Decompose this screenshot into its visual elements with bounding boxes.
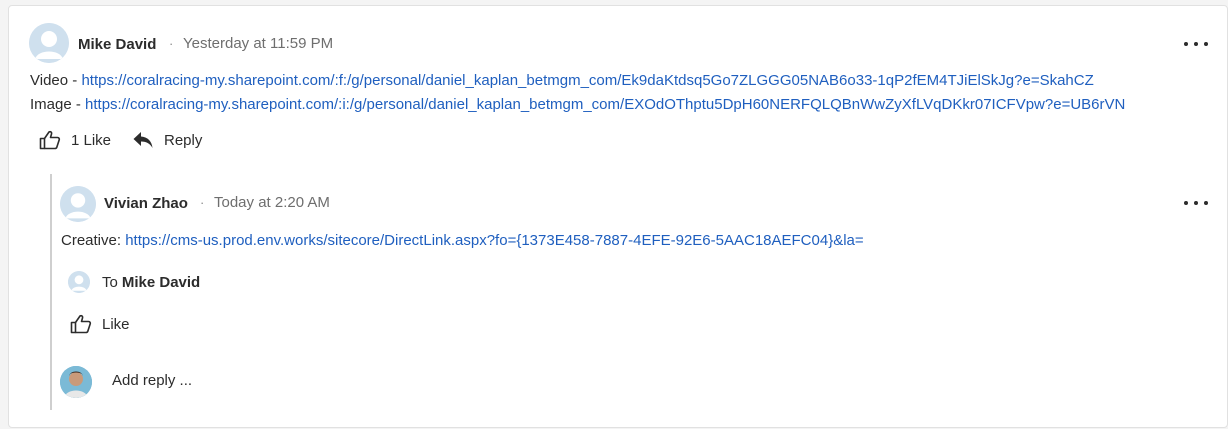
recipient-avatar	[68, 271, 90, 293]
meta-separator: ·	[169, 36, 174, 51]
thumbs-up-icon	[39, 130, 61, 150]
comment-card: Mike David · Yesterday at 11:59 PM Video…	[8, 5, 1228, 428]
user-placeholder-icon	[60, 186, 96, 222]
reply-button[interactable]: Reply	[132, 130, 202, 150]
like-count-label: 1 Like	[71, 131, 112, 149]
more-dot-icon	[1184, 42, 1188, 46]
line-prefix: Video -	[30, 72, 82, 89]
line-prefix: Image -	[30, 96, 86, 113]
comment-more-options-button[interactable]	[1184, 36, 1208, 52]
reply-author-avatar[interactable]	[60, 186, 96, 222]
reply-prefix: Creative:	[61, 232, 126, 249]
user-placeholder-icon	[29, 23, 69, 63]
comment-line-video: Video - https://coralracing-my.sharepoin…	[30, 72, 1094, 89]
reply-body: Creative: https://cms-us.prod.env.works/…	[61, 232, 864, 249]
reply-timestamp[interactable]: Today at 2:20 AM	[214, 194, 330, 211]
to-label: To	[102, 273, 118, 291]
comment-line-image: Image - https://coralracing-my.sharepoin…	[30, 96, 1125, 113]
current-user-avatar	[60, 366, 92, 398]
meta-separator: ·	[200, 195, 205, 210]
author-avatar[interactable]	[29, 23, 69, 63]
reply-label: Reply	[164, 131, 203, 149]
user-photo-icon	[60, 366, 92, 398]
comment-author-name[interactable]: Mike David	[78, 36, 156, 53]
reply-thread-line	[50, 174, 52, 410]
like-button[interactable]: 1 Like	[39, 130, 111, 150]
reply-to-line: To Mike David	[68, 271, 200, 293]
reply-like-button[interactable]: Like	[70, 314, 130, 334]
comment-timestamp[interactable]: Yesterday at 11:59 PM	[183, 35, 333, 52]
recipient-name[interactable]: Mike David	[122, 274, 200, 291]
creative-link[interactable]: https://cms-us.prod.env.works/sitecore/D…	[125, 232, 863, 249]
more-dot-icon	[1194, 201, 1198, 205]
user-placeholder-icon	[68, 271, 90, 293]
reply-more-options-button[interactable]	[1184, 195, 1208, 211]
video-link[interactable]: https://coralracing-my.sharepoint.com/:f…	[81, 72, 1093, 89]
add-reply-input[interactable]: Add reply ...	[112, 372, 192, 389]
more-dot-icon	[1204, 201, 1208, 205]
reply-author-name[interactable]: Vivian Zhao	[104, 195, 188, 212]
more-dot-icon	[1204, 42, 1208, 46]
more-dot-icon	[1194, 42, 1198, 46]
reply-arrow-icon	[133, 132, 153, 148]
reply-like-label: Like	[102, 315, 130, 333]
thumbs-up-icon	[70, 314, 92, 334]
more-dot-icon	[1184, 201, 1188, 205]
image-link[interactable]: https://coralracing-my.sharepoint.com/:i…	[85, 96, 1125, 113]
